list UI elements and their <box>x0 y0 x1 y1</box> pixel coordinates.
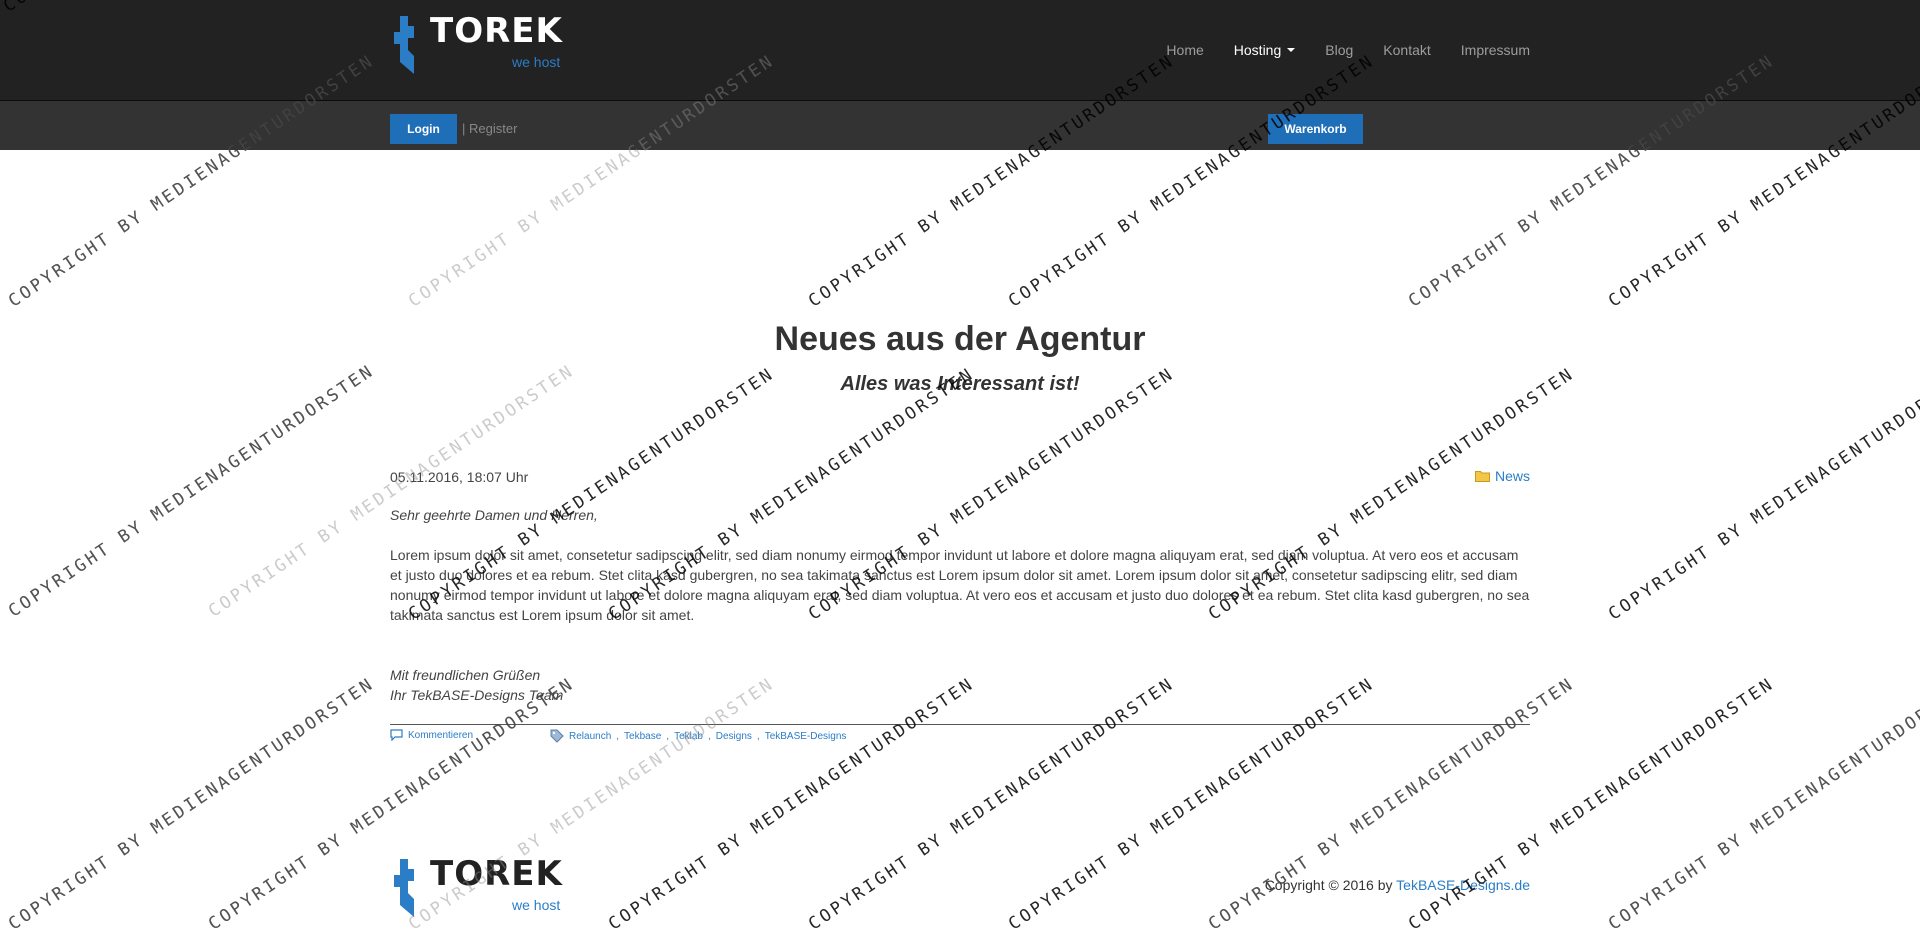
signoff-line-1: Mit freundlichen Grüßen <box>390 667 541 683</box>
copyright-text: Copyright © 2016 by <box>1264 877 1397 893</box>
watermark-text: COPYRIGHT BY MEDIENAGENTURDORSTEN <box>5 673 379 935</box>
tag-link[interactable]: Tekbase <box>624 731 661 742</box>
top-navbar: TOREK we host Home Hosting Blog Kontakt … <box>0 0 1920 101</box>
watermark-text: COPYRIGHT BY MEDIENAGENTURDORSTEN <box>1005 673 1379 935</box>
copyright-link[interactable]: TekBASE-Designs.de <box>1396 877 1530 893</box>
tag-link[interactable]: Designs <box>716 731 752 742</box>
logo-tagline: we host <box>512 54 561 70</box>
page-subtitle: Alles was Interessant ist! <box>840 373 1080 395</box>
nav-blog[interactable]: Blog <box>1310 0 1368 100</box>
watermark-text: COPYRIGHT BY MEDIENAGENTURDORSTEN <box>5 360 379 622</box>
folder-icon <box>1474 471 1490 482</box>
post-divider <box>390 724 1530 725</box>
logo-mark-icon <box>394 859 414 917</box>
comments-label: Kommentieren <box>408 729 474 741</box>
post-text: Lorem ipsum dolor sit amet, consetetur s… <box>390 547 1530 623</box>
chevron-down-icon <box>1287 48 1296 52</box>
post-signoff: Mit freundlichen Grüßen Ihr TekBASE-Desi… <box>390 665 1530 705</box>
footer-logo[interactable]: TOREK we host <box>390 843 565 923</box>
watermark-text: COPYRIGHT BY MEDIENAGENTURDORSTEN <box>1205 673 1579 935</box>
watermark-text: COPYRIGHT BY MEDIENAGENTURDORSTEN <box>1405 673 1779 935</box>
watermark-text: COPYRIGHT BY MEDIENAGENTURDORSTEN <box>5 360 379 622</box>
login-button[interactable]: Login <box>390 114 457 144</box>
account-bar: Login | Register Warenkorb <box>0 101 1920 150</box>
tag-link[interactable]: TekBASE-Designs <box>765 731 847 742</box>
watermark-text: COPYRIGHT BY MEDIENAGENTURDORSTEN <box>1605 363 1920 625</box>
nav-hosting[interactable]: Hosting <box>1219 0 1310 100</box>
header-logo[interactable]: TOREK we host <box>390 0 565 80</box>
logo-tagline: we host <box>512 897 561 913</box>
watermark-text: COPYRIGHT BY MEDIENAGENTURDORSTEN <box>5 673 379 935</box>
watermark-text: COPYRIGHT BY MEDIENAGENTURDORSTEN <box>1605 673 1920 935</box>
watermark-text: COPYRIGHT BY MEDIENAGENTURDORSTEN <box>805 673 1179 935</box>
post-greeting: Sehr geehrte Damen und Herren, <box>390 507 598 523</box>
tag-link[interactable]: Teklab <box>674 731 703 742</box>
post-tags: Relaunch, Tekbase, Teklab, Designs, TekB… <box>550 729 846 743</box>
watermark-text: COPYRIGHT BY MEDIENAGENTURDORSTEN <box>1605 673 1920 935</box>
nav-impressum[interactable]: Impressum <box>1446 0 1530 100</box>
watermark-text: COPYRIGHT BY MEDIENAGENTURDORSTEN <box>1205 673 1579 935</box>
logo-mark-icon <box>394 16 414 74</box>
post-category-label: News <box>1494 468 1530 484</box>
nav-kontakt[interactable]: Kontakt <box>1368 0 1445 100</box>
logo-wordmark: TOREK <box>430 854 563 894</box>
tag-icon <box>550 729 564 743</box>
page-title: Neues aus der Agentur <box>774 320 1146 358</box>
cart-button[interactable]: Warenkorb <box>1268 114 1363 144</box>
main-nav: Home Hosting Blog Kontakt Impressum <box>1151 0 1530 100</box>
logo-wordmark: TOREK <box>430 11 563 51</box>
tag-link[interactable]: Relaunch <box>569 731 611 742</box>
copyright-notice: Copyright © 2016 by TekBASE-Designs.de <box>1265 877 1530 893</box>
post-meta: Kommentieren Relaunch, Tekbase, Teklab, … <box>390 729 846 743</box>
nav-hosting-label: Hosting <box>1233 42 1282 58</box>
post-date: 05.11.2016, 18:07 Uhr <box>390 469 529 485</box>
nav-home[interactable]: Home <box>1151 0 1218 100</box>
comment-icon <box>390 729 403 741</box>
post-category-link[interactable]: News <box>1474 468 1530 484</box>
signoff-line-2: Ihr TekBASE-Designs Team <box>390 687 564 703</box>
comments-link[interactable]: Kommentieren <box>390 729 473 741</box>
watermark-text: COPYRIGHT BY MEDIENAGENTURDORSTEN <box>605 673 979 935</box>
register-link[interactable]: | Register <box>462 121 517 136</box>
post-body: Sehr geehrte Damen und Herren, Lorem ips… <box>390 505 1530 705</box>
